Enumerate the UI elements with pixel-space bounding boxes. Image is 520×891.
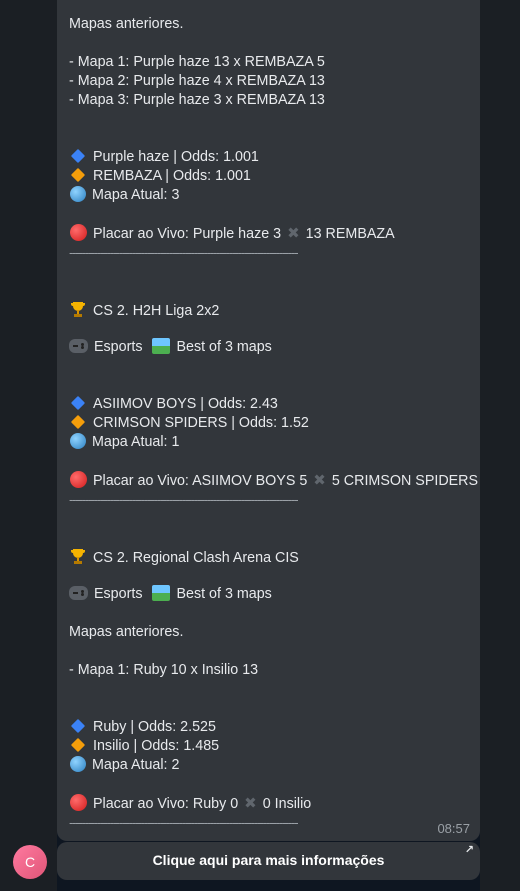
message-bubble: Mapas anteriores. - Mapa 1: Purple haze …: [57, 0, 480, 841]
blue-diamond-icon: [70, 148, 86, 164]
team1-odds: ASIIMOV BOYS | Odds: 2.43: [69, 395, 480, 414]
cross-icon: ✖: [287, 225, 300, 242]
map-result: - Mapa 1: Purple haze 13 x REMBAZA 5: [69, 54, 325, 70]
cross-icon: ✖: [313, 472, 326, 489]
trophy-icon: [71, 549, 85, 564]
gamepad-icon: [69, 339, 88, 353]
sport-format: Esports Best of 3 maps: [69, 585, 480, 604]
orange-diamond-icon: [70, 167, 86, 183]
message-timestamp: 08:57: [437, 821, 470, 836]
live-score: Placar ao Vivo: ASIIMOV BOYS 5 ✖ 5 CRIMSON…: [69, 471, 480, 490]
cross-icon: ✖: [244, 795, 257, 812]
message-text: Mapas anteriores. - Mapa 1: Purple haze …: [69, 15, 480, 832]
previous-maps-title: Mapas anteriores.: [69, 624, 184, 640]
team2-odds: CRIMSON SPIDERS | Odds: 1.52: [69, 414, 480, 433]
league-title: CS 2. H2H Liga 2x2: [69, 300, 480, 319]
red-circle-icon: [70, 794, 87, 811]
globe-icon: [70, 186, 86, 202]
blue-diamond-icon: [70, 718, 86, 734]
separator: ----------------------------------------…: [69, 815, 299, 830]
map-icon: [152, 585, 171, 601]
more-info-label: Clique aqui para mais informações: [152, 852, 385, 868]
orange-diamond-icon: [70, 414, 86, 430]
team2-odds: Insilio | Odds: 1.485: [69, 737, 480, 756]
team2-odds: REMBAZA | Odds: 1.001: [69, 167, 480, 186]
live-score: Placar ao Vivo: Purple haze 3 ✖ 13 REMBAZA: [69, 224, 480, 243]
globe-icon: [70, 756, 86, 772]
chat-background-right: [480, 0, 520, 891]
current-map: Mapa Atual: 3: [69, 186, 480, 205]
previous-maps-title: Mapas anteriores.: [69, 16, 184, 32]
red-circle-icon: [70, 471, 87, 488]
trophy-icon: [71, 302, 85, 317]
globe-icon: [70, 433, 86, 449]
orange-diamond-icon: [70, 737, 86, 753]
separator: ----------------------------------------…: [69, 492, 299, 507]
current-map: Mapa Atual: 1: [69, 433, 480, 452]
separator: ----------------------------------------…: [69, 245, 299, 260]
gamepad-icon: [69, 586, 88, 600]
sport-format: Esports Best of 3 maps: [69, 338, 480, 357]
team1-odds: Purple haze | Odds: 1.001: [69, 148, 480, 167]
map-result: - Mapa 2: Purple haze 4 x REMBAZA 13: [69, 73, 325, 89]
map-result: - Mapa 1: Ruby 10 x Insilio 13: [69, 662, 259, 678]
chat-background-left: [0, 0, 57, 891]
team1-odds: Ruby | Odds: 2.525: [69, 718, 480, 737]
map-icon: [152, 338, 171, 354]
blue-diamond-icon: [70, 395, 86, 411]
current-map: Mapa Atual: 2: [69, 756, 480, 775]
league-title: CS 2. Regional Clash Arena CIS: [69, 547, 480, 566]
avatar[interactable]: C: [13, 845, 47, 879]
red-circle-icon: [70, 224, 87, 241]
map-result: - Mapa 3: Purple haze 3 x REMBAZA 13: [69, 92, 325, 108]
more-info-button[interactable]: Clique aqui para mais informações ↗: [57, 842, 480, 880]
live-score: Placar ao Vivo: Ruby 0 ✖ 0 Insilio: [69, 794, 480, 813]
external-link-arrow-icon: ↗: [464, 844, 474, 856]
